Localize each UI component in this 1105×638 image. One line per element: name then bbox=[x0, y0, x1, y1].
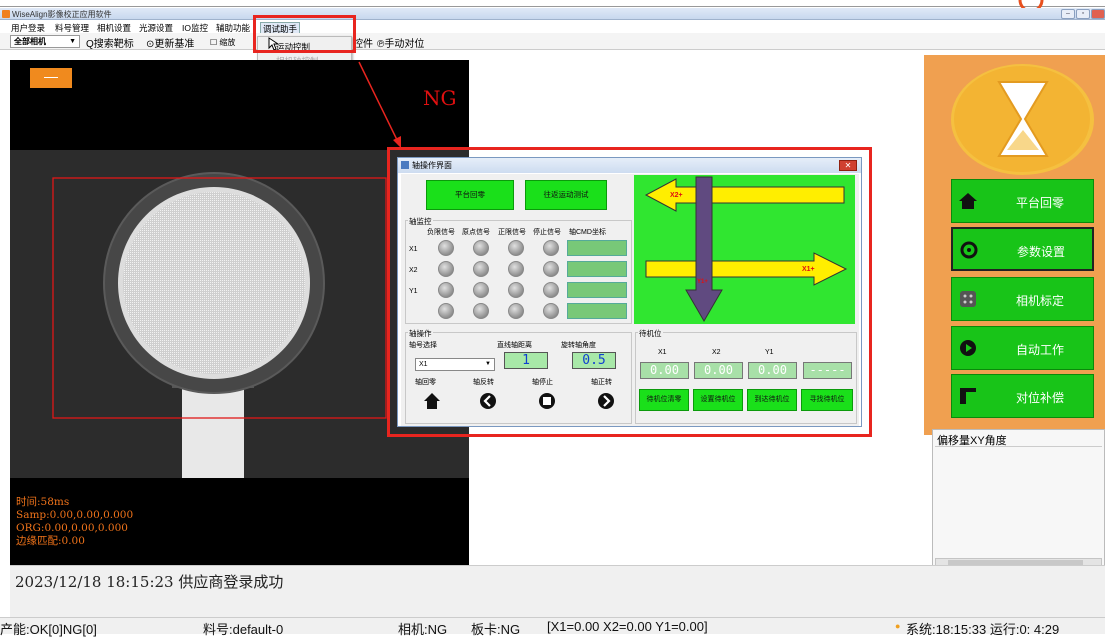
offset-panel: 偏移量XY角度 bbox=[932, 429, 1105, 573]
log-panel: 2023/12/18 18:15:23 供应商登录成功 bbox=[10, 565, 1105, 617]
highlight-box-menu bbox=[253, 15, 356, 53]
update-base-button[interactable]: ⊙更新基准 bbox=[146, 35, 194, 50]
window-title: WiseAlign影像校正应用软件 bbox=[12, 10, 112, 19]
annotation-arrow-icon bbox=[358, 61, 401, 148]
shrink-label: 缩放 bbox=[219, 38, 236, 47]
sidebar: 平台回零 参数设置 相机标定 自动工作 对位补偿 bbox=[924, 55, 1105, 435]
sidebar-camera-calibration-button[interactable]: 相机标定 bbox=[951, 277, 1094, 321]
offset-panel-divider bbox=[935, 446, 1102, 447]
highlight-box-dialog bbox=[387, 147, 872, 437]
camera-info-text: 时间:58ms Samp:0.00,0.00,0.000 ORG:0.00,0.… bbox=[16, 496, 134, 547]
ruler-icon bbox=[960, 388, 976, 404]
app-icon bbox=[2, 10, 10, 18]
sidebar-auto-work-label: 自动工作 bbox=[1016, 343, 1065, 357]
camera-toggle-button[interactable] bbox=[30, 68, 72, 88]
minimize-button[interactable]: – bbox=[1061, 9, 1075, 19]
sidebar-parameter-settings-button[interactable]: 参数设置 bbox=[951, 227, 1094, 271]
sidebar-alignment-compensation-button[interactable]: 对位补偿 bbox=[951, 374, 1094, 418]
sidebar-platform-home-label: 平台回零 bbox=[1016, 196, 1065, 210]
log-message: 2023/12/18 18:15:23 供应商登录成功 bbox=[15, 573, 284, 591]
gear-icon bbox=[960, 241, 978, 259]
camera-select[interactable]: 全部相机 ▼ bbox=[10, 35, 80, 48]
title-bar: WiseAlign影像校正应用软件 – ▫ bbox=[0, 8, 1105, 20]
status-coords: [X1=0.00 X2=0.00 Y1=0.00] bbox=[547, 619, 708, 634]
home-icon bbox=[959, 193, 977, 209]
sidebar-platform-home-button[interactable]: 平台回零 bbox=[951, 179, 1094, 223]
sidebar-parameter-settings-label: 参数设置 bbox=[1017, 245, 1066, 259]
manual-align-button[interactable]: ℗手动对位 bbox=[377, 35, 424, 50]
toolbar: 全部相机 ▼ Q搜索靶标 ⊙更新基准 ☐ 缩放 控件 ℗手动对位 bbox=[0, 33, 1105, 50]
status-camera: 相机:NG bbox=[398, 622, 448, 637]
status-board: 板卡:NG bbox=[471, 622, 521, 637]
sidebar-auto-work-button[interactable]: 自动工作 bbox=[951, 326, 1094, 370]
status-part: 料号:default-0 bbox=[203, 622, 284, 637]
status-indicator-icon: ● bbox=[895, 621, 901, 631]
maximize-button[interactable]: ▫ bbox=[1076, 9, 1090, 19]
camera-select-value: 全部相机 bbox=[14, 37, 46, 46]
menu-bar: 用户登录 料号管理 相机设置 光源设置 IO监控 辅助功能 调试助手 bbox=[0, 21, 1105, 36]
top-strip bbox=[0, 0, 1105, 8]
status-bar: 产能:OK[0]NG[0] 料号:default-0 相机:NG 板卡:NG [… bbox=[0, 617, 1105, 637]
chevron-down-icon: ▼ bbox=[69, 38, 76, 45]
hourglass-icon bbox=[951, 64, 1094, 175]
status-production: 产能:OK[0]NG[0] bbox=[0, 622, 97, 637]
play-icon bbox=[960, 340, 976, 356]
status-system: 系统:18:15:33 运行:0: 4:29 bbox=[906, 622, 1060, 637]
keypad-icon bbox=[960, 291, 976, 307]
sidebar-alignment-compensation-label: 对位补偿 bbox=[1016, 391, 1065, 405]
controls-button[interactable]: 控件 bbox=[353, 35, 373, 50]
close-button[interactable] bbox=[1091, 9, 1105, 19]
shrink-checkbox[interactable]: ☐ 缩放 bbox=[210, 37, 235, 48]
search-target-button[interactable]: Q搜索靶标 bbox=[86, 35, 134, 50]
brand-logo bbox=[1018, 0, 1044, 8]
inspection-result: NG bbox=[423, 86, 457, 110]
sidebar-camera-calibration-label: 相机标定 bbox=[1016, 294, 1065, 308]
